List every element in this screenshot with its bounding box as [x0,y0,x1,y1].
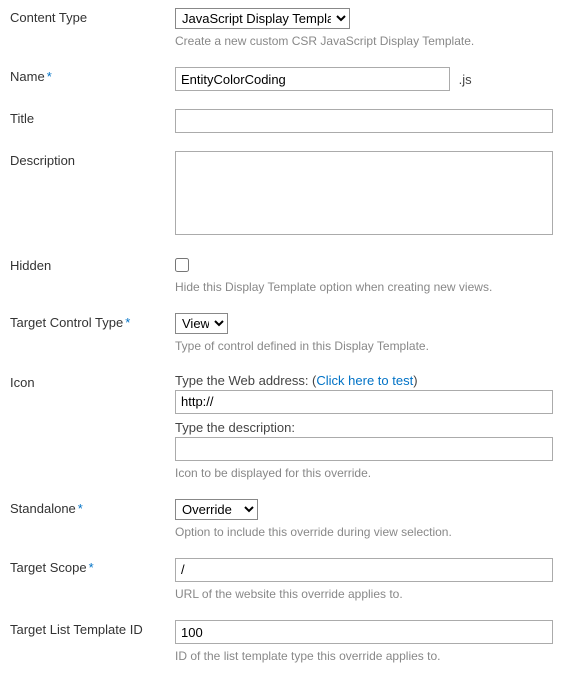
help-target-control-type: Type of control defined in this Display … [175,338,567,354]
label-target-scope: Target Scope* [10,558,175,575]
link-test-icon[interactable]: Click here to test [316,373,413,388]
help-hidden: Hide this Display Template option when c… [175,279,567,295]
select-target-control-type[interactable]: View [175,313,228,334]
label-icon: Icon [10,373,175,390]
input-name[interactable] [175,67,450,91]
row-title: Title [10,109,567,133]
input-target-scope[interactable] [175,558,553,582]
row-icon: Icon Type the Web address: (Click here t… [10,373,567,481]
row-content-type: Content Type JavaScript Display Template… [10,8,567,49]
row-target-list-template-id: Target List Template ID ID of the list t… [10,620,567,664]
row-target-control-type: Target Control Type* View Type of contro… [10,313,567,354]
textarea-description[interactable] [175,151,553,235]
label-description: Description [10,151,175,168]
help-target-scope: URL of the website this override applies… [175,586,567,602]
icon-web-address-label: Type the Web address: (Click here to tes… [175,373,567,388]
row-name: Name* .js [10,67,567,91]
icon-description-label: Type the description: [175,420,567,435]
label-title: Title [10,109,175,126]
input-title[interactable] [175,109,553,133]
select-content-type[interactable]: JavaScript Display Template [175,8,350,29]
input-icon-description[interactable] [175,437,553,461]
label-content-type: Content Type [10,8,175,25]
help-content-type: Create a new custom CSR JavaScript Displ… [175,33,567,49]
row-standalone: Standalone* Override Option to include t… [10,499,567,540]
help-icon: Icon to be displayed for this override. [175,465,567,481]
row-hidden: Hidden Hide this Display Template option… [10,256,567,295]
help-standalone: Option to include this override during v… [175,524,567,540]
input-target-list-template-id[interactable] [175,620,553,644]
row-description: Description [10,151,567,238]
label-standalone: Standalone* [10,499,175,516]
input-icon-url[interactable] [175,390,553,414]
row-target-scope: Target Scope* URL of the website this ov… [10,558,567,602]
label-target-list-template-id: Target List Template ID [10,620,175,637]
help-target-list-template-id: ID of the list template type this overri… [175,648,567,664]
select-standalone[interactable]: Override [175,499,258,520]
name-extension: .js [459,72,472,87]
checkbox-hidden[interactable] [175,258,189,272]
label-hidden: Hidden [10,256,175,273]
label-name: Name* [10,67,175,84]
label-target-control-type: Target Control Type* [10,313,175,330]
